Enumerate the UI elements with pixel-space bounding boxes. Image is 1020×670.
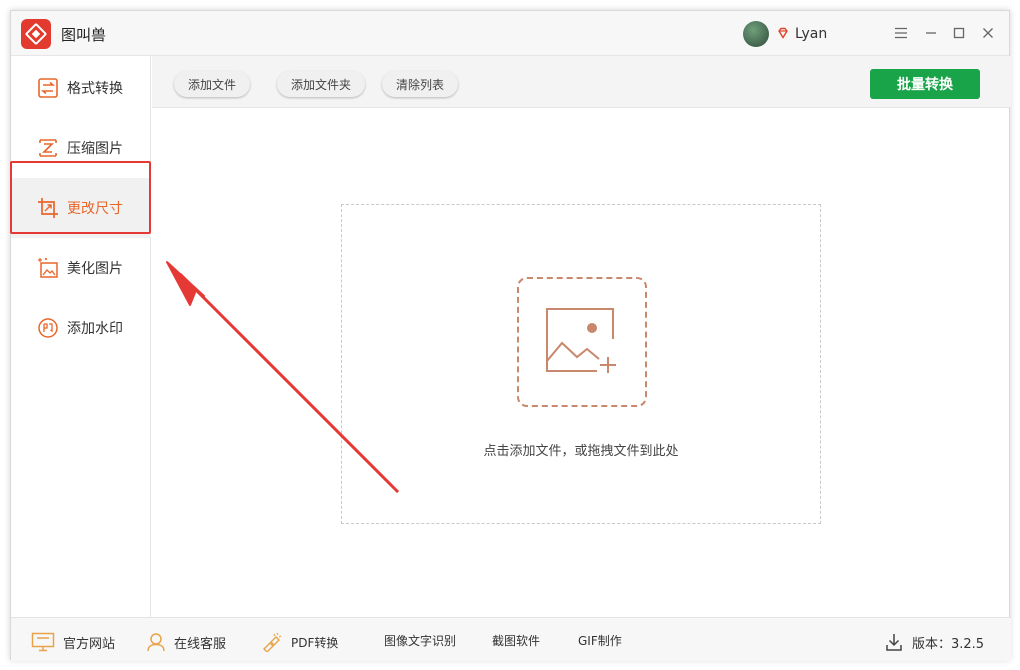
pdf-convert-label: PDF转换 bbox=[291, 635, 339, 650]
app-window: 图叫兽 Lyan 格式转换 压缩图片 更改尺寸 美化图片 添加水印 添加文件 添… bbox=[10, 10, 1011, 661]
menu-button[interactable] bbox=[891, 23, 911, 43]
sidebar-item-label: 美化图片 bbox=[67, 261, 123, 277]
gif-maker-link[interactable]: GIF制作 bbox=[578, 632, 622, 649]
ocr-link[interactable]: 图像文字识别 bbox=[384, 632, 456, 649]
sidebar-item-beautify[interactable]: 美化图片 bbox=[11, 238, 151, 298]
compress-icon bbox=[39, 139, 57, 157]
gif-maker-label: GIF制作 bbox=[578, 634, 622, 648]
minimize-icon bbox=[926, 32, 936, 34]
status-bar: 官方网站 在线客服 PDF转换 图像文字识别 截图软件 GIF制作 版本：3.2… bbox=[11, 617, 1011, 661]
user-avatar[interactable] bbox=[743, 21, 769, 47]
pdf-convert-link[interactable]: PDF转换 bbox=[261, 632, 338, 652]
sidebar-item-label: 压缩图片 bbox=[67, 141, 123, 157]
pdf-tool-icon bbox=[263, 632, 282, 652]
title-bar: 图叫兽 Lyan bbox=[11, 11, 1009, 56]
maximize-button[interactable] bbox=[949, 23, 969, 43]
online-support-label: 在线客服 bbox=[174, 636, 227, 652]
close-button[interactable] bbox=[978, 23, 998, 43]
menu-icon bbox=[895, 27, 907, 39]
sidebar: 格式转换 压缩图片 更改尺寸 美化图片 添加水印 bbox=[11, 56, 151, 617]
sidebar-item-watermark[interactable]: 添加水印 bbox=[11, 298, 151, 358]
add-image-icon bbox=[546, 308, 616, 373]
version-label: 版本：3.2.5 bbox=[912, 636, 985, 652]
official-website-link[interactable]: 官方网站 bbox=[31, 632, 115, 652]
app-title: 图叫兽 bbox=[61, 26, 107, 44]
batch-convert-button[interactable]: 批量转换 bbox=[870, 69, 980, 99]
add-image-button[interactable] bbox=[517, 277, 647, 407]
watermark-icon bbox=[38, 318, 58, 338]
add-file-button[interactable]: 添加文件 bbox=[174, 71, 251, 97]
sidebar-item-format-convert[interactable]: 格式转换 bbox=[11, 58, 151, 118]
monitor-icon bbox=[31, 632, 55, 652]
add-folder-button[interactable]: 添加文件夹 bbox=[277, 71, 366, 97]
maximize-icon bbox=[953, 27, 965, 39]
toolbar: 添加文件 添加文件夹 清除列表 批量转换 bbox=[152, 56, 1011, 108]
screenshot-software-label: 截图软件 bbox=[492, 634, 541, 648]
official-website-label: 官方网站 bbox=[63, 636, 116, 652]
minimize-button[interactable] bbox=[921, 23, 941, 43]
screenshot-software-link[interactable]: 截图软件 bbox=[492, 632, 540, 649]
customer-service-icon bbox=[147, 633, 165, 652]
sidebar-item-label: 添加水印 bbox=[67, 321, 123, 337]
ocr-label: 图像文字识别 bbox=[384, 634, 457, 648]
online-support-link[interactable]: 在线客服 bbox=[146, 632, 226, 652]
drop-hint-text: 点击添加文件，或拖拽文件到此处 bbox=[483, 444, 679, 459]
version-info[interactable]: 版本：3.2.5 bbox=[884, 632, 984, 652]
close-icon bbox=[983, 28, 993, 38]
beautify-icon bbox=[38, 258, 58, 278]
file-drop-zone[interactable]: 点击添加文件，或拖拽文件到此处 bbox=[341, 204, 821, 524]
username[interactable]: Lyan bbox=[795, 26, 827, 42]
sidebar-item-label: 格式转换 bbox=[67, 81, 123, 97]
annotation-highlight-box bbox=[10, 161, 151, 234]
download-icon bbox=[886, 634, 902, 651]
clear-list-button[interactable]: 清除列表 bbox=[382, 71, 459, 97]
format-convert-icon bbox=[38, 78, 58, 98]
vip-diamond-icon bbox=[778, 27, 788, 39]
app-logo bbox=[21, 19, 51, 49]
